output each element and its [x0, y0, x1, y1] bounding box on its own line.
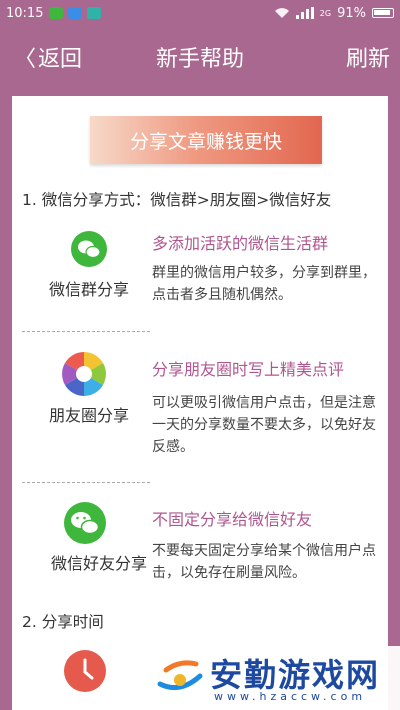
battery-icon [372, 8, 394, 18]
wifi-icon [274, 8, 289, 18]
message-notification-icon [68, 7, 83, 19]
wechat-notification-icon [49, 7, 64, 19]
item-description: 群里的微信用户较多，分享到群里，点击者多且随机偶然。 [152, 265, 376, 303]
item-description: 不要每天固定分享给某个微信用户点击，以免存在刷量风险。 [152, 543, 376, 581]
watermark-logo-icon [157, 660, 203, 691]
battery-percent: 91% [337, 5, 366, 21]
item-label: 微信群分享 [48, 280, 129, 299]
watermark-url: www.hzaccw.com [214, 690, 367, 703]
item-description: 可以更吸引微信用户点击，但是注意一天的分享数量不要太多，以免好友反感。 [152, 395, 376, 455]
item-label: 朋友圈分享 [48, 406, 129, 425]
wechat-group-icon [71, 231, 107, 267]
divider [22, 331, 150, 332]
divider [22, 482, 150, 483]
item-heading: 分享朋友圈时写上精美点评 [152, 360, 345, 379]
status-bar: 10:15 2G 91% [0, 0, 400, 26]
back-label: 返回 [38, 47, 83, 72]
signal-icon [295, 7, 314, 19]
item-heading: 多添加活跃的微信生活群 [152, 234, 329, 253]
chevron-left-icon: 〈 [14, 47, 37, 72]
back-button[interactable]: 〈 返回 [14, 26, 82, 88]
moments-icon [62, 352, 106, 396]
section-title-share-methods: 1. 微信分享方式：微信群>朋友圈>微信好友 [22, 191, 332, 209]
clock-icon [64, 650, 106, 692]
network-type: 2G [319, 8, 332, 18]
help-content: 分享文章赚钱更快 1. 微信分享方式：微信群>朋友圈>微信好友 微信群分享 多添… [12, 96, 388, 710]
status-time: 10:15 [6, 5, 44, 21]
app-notification-icon [87, 7, 102, 19]
section-title-share-time: 2. 分享时间 [22, 613, 104, 631]
refresh-button[interactable]: 刷新 [346, 26, 390, 88]
wechat-icon [64, 502, 106, 544]
item-heading: 不固定分享给微信好友 [152, 510, 313, 529]
nav-bar: 〈 返回 新手帮助 刷新 [0, 26, 400, 88]
status-indicators: 2G 91% [274, 6, 394, 21]
banner-title: 分享文章赚钱更快 [90, 116, 322, 164]
watermark: 安勤游戏网 www.hzaccw.com [150, 646, 400, 710]
